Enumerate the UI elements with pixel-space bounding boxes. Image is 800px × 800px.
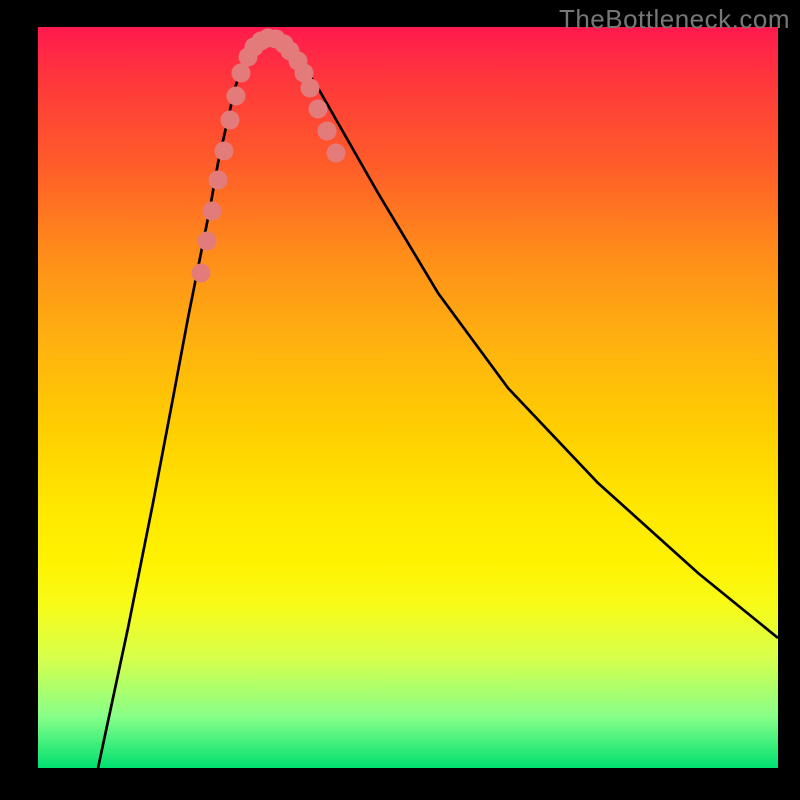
- plot-area: [38, 27, 778, 768]
- highlight-dot: [301, 79, 320, 98]
- highlight-dot: [318, 122, 337, 141]
- highlight-dot: [327, 144, 346, 163]
- highlight-dot: [192, 264, 211, 283]
- highlight-dot: [309, 100, 328, 119]
- highlight-dot: [203, 202, 222, 221]
- chart-svg: [38, 27, 778, 768]
- highlight-dot: [221, 111, 240, 130]
- highlight-dot: [215, 142, 234, 161]
- bottleneck-curve: [98, 38, 778, 768]
- highlight-dot: [198, 232, 217, 251]
- highlight-dot: [209, 171, 228, 190]
- watermark-text: TheBottleneck.com: [559, 4, 790, 35]
- chart-frame: TheBottleneck.com: [0, 0, 800, 800]
- highlight-dots-group: [192, 29, 346, 283]
- highlight-dot: [227, 87, 246, 106]
